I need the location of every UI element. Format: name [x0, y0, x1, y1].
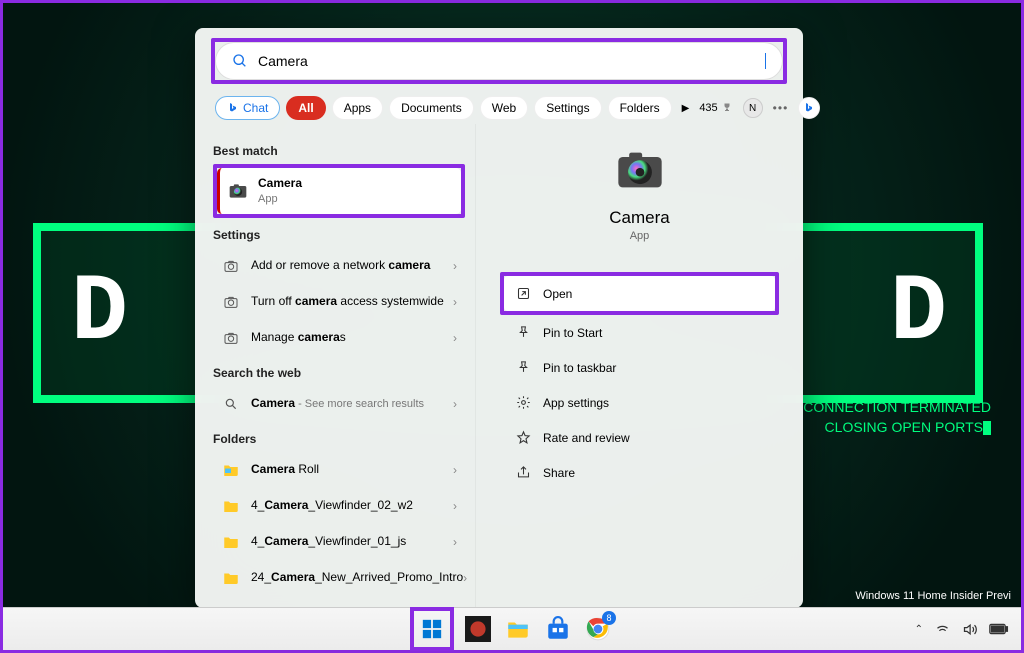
open-highlight: Open [500, 272, 779, 315]
star-icon [516, 430, 531, 445]
tab-documents[interactable]: Documents [389, 96, 474, 120]
chevron-right-icon: › [453, 499, 457, 513]
camera-icon [228, 181, 248, 201]
start-highlight [410, 607, 454, 651]
bing-button[interactable] [798, 97, 820, 119]
folder-new-arrived-promo[interactable]: 24_Camera_New_Arrived_Promo_Intro › [213, 560, 465, 596]
taskbar: 8 ⌃ [3, 607, 1021, 650]
action-app-settings[interactable]: App settings [504, 385, 775, 420]
setting-manage-cameras[interactable]: Manage cameras › [213, 320, 465, 356]
folders-label: Folders [213, 432, 465, 446]
camera-outline-icon [221, 256, 241, 276]
user-avatar[interactable]: N [743, 98, 763, 118]
folder-camera-roll[interactable]: Camera Roll › [213, 452, 465, 488]
tab-all[interactable]: All [286, 96, 325, 120]
setting-turn-off-camera[interactable]: Turn off camera access systemwide › [213, 284, 465, 320]
text-cursor [765, 53, 766, 69]
search-filters: Chat All Apps Documents Web Settings Fol… [195, 92, 803, 124]
start-search-panel: Chat All Apps Documents Web Settings Fol… [195, 28, 803, 608]
bing-icon [227, 102, 239, 114]
folder-icon [221, 532, 241, 552]
app-title: Camera [504, 208, 775, 228]
chevron-right-icon: › [453, 259, 457, 273]
taskbar-chrome[interactable]: 8 [582, 613, 614, 645]
taskbar-app-1[interactable] [462, 613, 494, 645]
open-icon [516, 286, 531, 301]
search-icon [232, 53, 248, 69]
tray-chevron-up-icon[interactable]: ⌃ [915, 624, 923, 635]
folder-viewfinder-02[interactable]: 4_Camera_Viewfinder_02_w2 › [213, 488, 465, 524]
best-match-label: Best match [213, 144, 465, 158]
preview-pane: Camera App Open Pin to Start Pin to task… [475, 124, 803, 608]
more-icon[interactable]: ••• [773, 101, 789, 115]
folder-icon [221, 496, 241, 516]
search-input[interactable] [258, 53, 765, 69]
folder-viewfinder-01[interactable]: 4_Camera_Viewfinder_01_js › [213, 524, 465, 560]
result-camera-app[interactable]: CameraApp [217, 168, 461, 214]
search-highlight [211, 38, 787, 84]
settings-label: Settings [213, 228, 465, 242]
action-open[interactable]: Open [504, 276, 775, 311]
camera-outline-icon [221, 292, 241, 312]
chevron-right-icon: › [453, 535, 457, 549]
results-list: Best match CameraApp Settings Add or rem… [195, 124, 475, 608]
search-icon [221, 394, 241, 414]
pin-icon [516, 325, 531, 340]
trophy-icon [721, 102, 733, 114]
wallpaper-text: D [71, 259, 136, 367]
chevron-right-icon: › [463, 571, 467, 585]
taskbar-explorer[interactable] [502, 613, 534, 645]
gear-icon [516, 395, 531, 410]
action-pin-taskbar[interactable]: Pin to taskbar [504, 350, 775, 385]
wifi-icon[interactable] [935, 622, 950, 637]
camera-outline-icon [221, 328, 241, 348]
share-icon [516, 465, 531, 480]
action-pin-start[interactable]: Pin to Start [504, 315, 775, 350]
chevron-right-icon: › [453, 463, 457, 477]
tab-settings[interactable]: Settings [534, 96, 601, 120]
chevron-right-icon: › [453, 295, 457, 309]
volume-icon[interactable] [962, 622, 977, 637]
setting-add-network-camera[interactable]: Add or remove a network camera › [213, 248, 465, 284]
best-match-highlight: CameraApp [213, 164, 465, 218]
tab-chat[interactable]: Chat [215, 96, 280, 120]
app-subtitle: App [504, 230, 775, 242]
web-search-camera[interactable]: Camera - See more search results › [213, 386, 465, 422]
action-rate-review[interactable]: Rate and review [504, 420, 775, 455]
search-web-label: Search the web [213, 366, 465, 380]
more-tabs-icon[interactable]: ▶ [678, 103, 694, 114]
chevron-right-icon: › [453, 331, 457, 345]
tab-folders[interactable]: Folders [608, 96, 672, 120]
rewards-points[interactable]: 435 [699, 102, 732, 114]
chevron-right-icon: › [453, 397, 457, 411]
camera-app-icon [614, 144, 666, 196]
tab-web[interactable]: Web [480, 96, 528, 120]
battery-icon[interactable] [989, 622, 1009, 636]
wallpaper-status: CONNECTION TERMINATED CLOSING OPEN PORTS [803, 398, 991, 437]
start-button[interactable] [416, 613, 448, 645]
tab-apps[interactable]: Apps [332, 96, 383, 120]
search-box[interactable] [215, 42, 783, 80]
folder-icon [221, 460, 241, 480]
taskbar-store[interactable] [542, 613, 574, 645]
action-share[interactable]: Share [504, 455, 775, 490]
windows-icon [421, 618, 443, 640]
badge-icon: 8 [602, 611, 616, 625]
folder-icon [221, 568, 241, 588]
pin-icon [516, 360, 531, 375]
